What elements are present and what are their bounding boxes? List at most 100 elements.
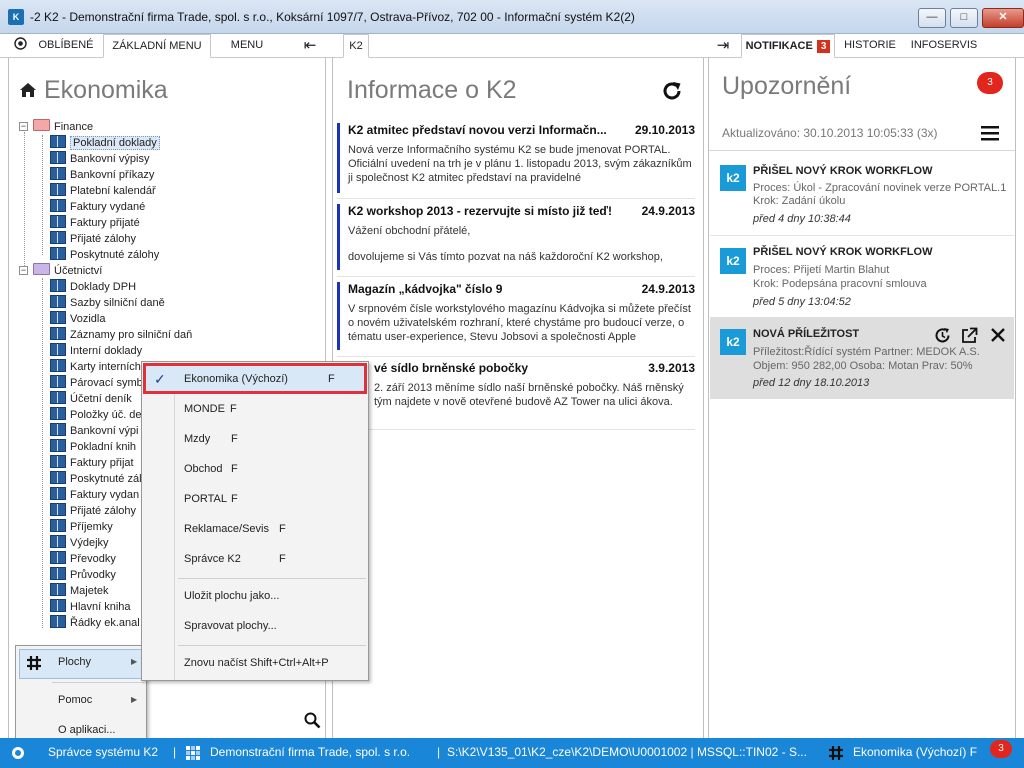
title-bar: K -2 K2 - Demonstrační firma Trade, spol… <box>0 0 1024 34</box>
news-item[interactable]: vé sídlo brněnské pobočky 3.9.2013 2. zář… <box>337 361 695 425</box>
tree-item[interactable]: Pokladní doklady <box>50 135 160 151</box>
tab-infoservis[interactable]: INFOSERVIS <box>905 34 983 57</box>
minimize-button[interactable]: — <box>918 8 946 28</box>
news-body: dovolujeme si Vás tímto pozvat na náš ka… <box>348 251 663 263</box>
menu-item-o-aplikaci[interactable]: O aplikaci... <box>58 724 115 736</box>
home-icon[interactable] <box>19 82 37 98</box>
tree-item[interactable]: Bankovní příkazy <box>50 167 154 183</box>
tab-notifikace-label: NOTIFIKACE <box>745 40 813 52</box>
tree-item[interactable]: Faktury přijaté <box>50 215 140 231</box>
tree-item[interactable]: Poskytnuté zálohy <box>50 247 159 263</box>
tab-menu[interactable]: MENU <box>216 34 278 57</box>
notification-badge[interactable]: 3 <box>977 72 1003 94</box>
snooze-icon[interactable] <box>934 327 951 344</box>
tree-item[interactable]: Výdejky <box>50 535 109 551</box>
menu-item-ulozit-plochu[interactable]: Uložit plochu jako... <box>184 590 279 602</box>
tree-item-label: Sazby silniční daně <box>70 297 165 309</box>
menu-item-spravovat-plochy[interactable]: Spravovat plochy... <box>184 620 277 632</box>
status-company[interactable]: Demonstrační firma Trade, spol. s r.o. <box>210 745 410 759</box>
news-body: V srpnovém čísle workstylového magazínu … <box>348 303 691 343</box>
notification-item[interactable]: k2 PŘIŠEL NOVÝ KROK WORKFLOW Proces: Při… <box>710 236 1014 316</box>
status-workspace[interactable]: Ekonomika (Výchozí) F <box>853 745 977 759</box>
notification-item[interactable]: k2 NOVÁ PŘÍLEŽITOST Příležitost:Řídící s… <box>710 317 1014 399</box>
tree-item[interactable]: Hlavní kniha <box>50 599 131 615</box>
search-icon[interactable] <box>304 712 321 729</box>
book-icon <box>50 471 66 484</box>
open-external-icon[interactable] <box>961 327 978 344</box>
tree-item-label: Příjemky <box>70 521 113 533</box>
context-menu: Plochy ▶ Pomoc ▶ O aplikaci... <box>15 645 147 745</box>
tree-item[interactable]: Převodky <box>50 551 116 567</box>
tree-item-label: Faktury vydan <box>70 489 140 501</box>
menu-item-spravce-k2[interactable]: Správce K2 <box>184 553 241 565</box>
tree-item-label: Faktury přijaté <box>70 217 140 229</box>
tree-item[interactable]: Doklady DPH <box>50 279 136 295</box>
menu-item-monde[interactable]: MONDE <box>184 403 225 415</box>
tree-item-label: Účetní deník <box>70 393 132 405</box>
collapse-right-icon[interactable]: ⇥ <box>708 34 738 57</box>
tree-item[interactable]: Bankovní výpi <box>50 423 138 439</box>
tree-item[interactable]: Platební kalendář <box>50 183 156 199</box>
tree-item[interactable]: Párovací symb <box>50 375 143 391</box>
close-notification-icon[interactable] <box>991 328 1005 342</box>
menu-item-ekonomika[interactable]: Ekonomika (Výchozí) <box>184 373 288 385</box>
news-item[interactable]: Magazín „kádvojka" číslo 9 24.9.2013 V sr… <box>337 282 695 350</box>
tree-item[interactable]: Příjemky <box>50 519 113 535</box>
tree-item[interactable]: Vozidla <box>50 311 105 327</box>
finance-expander[interactable]: − <box>19 122 28 131</box>
notification-item[interactable]: k2 PŘIŠEL NOVÝ KROK WORKFLOW Proces: Úko… <box>710 153 1014 233</box>
tab-oblibene[interactable]: OBLÍBENÉ <box>34 34 98 57</box>
target-icon[interactable] <box>10 34 30 57</box>
menu-item-plochy[interactable]: Plochy <box>58 656 91 668</box>
notification-line: Příležitost:Řídící systém Partner: MEDOK… <box>753 346 980 358</box>
menu-item-portal[interactable]: PORTAL <box>184 493 227 505</box>
menu-item-znovu-nacist[interactable]: Znovu načíst Shift+Ctrl+Alt+P <box>184 657 329 669</box>
news-item[interactable]: K2 atmitec představí novou verzi Informa… <box>337 123 695 193</box>
tree-item-label: Hlavní kniha <box>70 601 131 613</box>
tree-item[interactable]: Řádky ek.anal <box>50 615 140 631</box>
close-button[interactable]: ✕ <box>982 8 1024 28</box>
tab-notifikace[interactable]: NOTIFIKACE 3 <box>741 34 835 58</box>
menu-shortcut: F <box>231 433 238 445</box>
status-user[interactable]: Správce systému K2 <box>48 745 158 759</box>
tree-item[interactable]: Interní doklady <box>50 343 142 359</box>
tree-item[interactable]: Majetek <box>50 583 109 599</box>
tab-zakladni-menu[interactable]: ZÁKLADNÍ MENU <box>103 34 211 58</box>
menu-item-reklamace[interactable]: Reklamace/Sevis <box>184 523 269 535</box>
tree-item[interactable]: Záznamy pro silniční daň <box>50 327 192 343</box>
tree-item[interactable]: Faktury vydané <box>50 199 145 215</box>
tree-group-ucetnictvi[interactable]: Účetnictví <box>33 263 102 279</box>
tree-item[interactable]: Poskytnuté zál <box>50 471 142 487</box>
hamburger-menu-icon[interactable] <box>981 126 999 141</box>
tree-item[interactable]: Faktury přijat <box>50 455 134 471</box>
tree-item-label: Výdejky <box>70 537 109 549</box>
book-icon <box>50 279 66 292</box>
tree-item-label: Faktury přijat <box>70 457 134 469</box>
gear-icon[interactable] <box>10 745 26 761</box>
k2-logo-icon: k2 <box>720 248 746 274</box>
menu-item-obchod[interactable]: Obchod <box>184 463 223 475</box>
tree-item[interactable]: Přijaté zálohy <box>50 231 136 247</box>
menu-item-mzdy[interactable]: Mzdy <box>184 433 210 445</box>
tree-item[interactable]: Pokladní knih <box>50 439 136 455</box>
tree-item[interactable]: Sazby silniční daně <box>50 295 165 311</box>
tree-item-label: Bankovní příkazy <box>70 169 155 181</box>
tree-item[interactable]: Přijaté zálohy <box>50 503 136 519</box>
refresh-icon[interactable] <box>661 80 683 102</box>
status-notification-badge[interactable]: 3 <box>990 740 1012 758</box>
maximize-button[interactable]: □ <box>950 8 978 28</box>
news-item[interactable]: K2 workshop 2013 - rezervujte si místo j… <box>337 204 695 270</box>
tree-group-finance[interactable]: Finance <box>33 119 93 135</box>
ucetnictvi-expander[interactable]: − <box>19 266 28 275</box>
tree-item[interactable]: Položky úč. de <box>50 407 142 423</box>
tree-item[interactable]: Karty interních <box>50 359 141 375</box>
tab-k2[interactable]: K2 <box>343 34 369 58</box>
tree-item[interactable]: Faktury vydan <box>50 487 139 503</box>
tree-item[interactable]: Bankovní výpisy <box>50 151 149 167</box>
tab-historie[interactable]: HISTORIE <box>840 34 900 57</box>
menu-item-pomoc[interactable]: Pomoc <box>58 694 92 706</box>
tree-item[interactable]: Účetní deník <box>50 391 132 407</box>
company-grid-icon <box>186 746 200 760</box>
collapse-left-icon[interactable]: ⇤ <box>296 34 324 57</box>
tree-item[interactable]: Průvodky <box>50 567 116 583</box>
